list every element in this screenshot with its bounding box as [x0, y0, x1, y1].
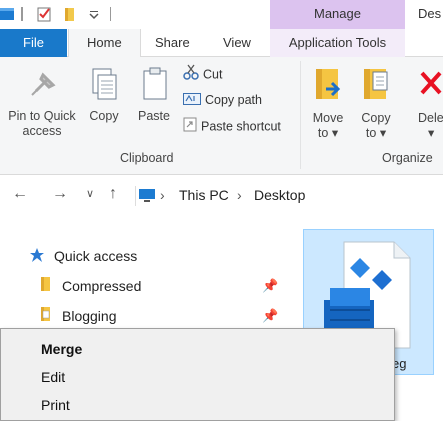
- nav-item-compressed-label: Compressed: [62, 278, 142, 294]
- paste-shortcut-icon: [183, 116, 197, 138]
- delete-icon: [418, 65, 443, 107]
- manage-label: Manage: [314, 6, 361, 21]
- separator: [21, 7, 23, 21]
- title-bar: Manage Des: [0, 0, 443, 29]
- copy-path-icon: [183, 91, 201, 111]
- paste-shortcut-button[interactable]: Paste shortcut: [183, 116, 281, 136]
- customize-toolbar-icon[interactable]: [89, 9, 99, 23]
- nav-quick-access-label: Quick access: [54, 248, 138, 264]
- copy-button[interactable]: Copy: [86, 67, 122, 124]
- move-to-icon: [309, 65, 347, 107]
- breadcrumb-this-pc[interactable]: This PC: [179, 187, 229, 203]
- menu-item-merge[interactable]: Merge: [41, 341, 82, 357]
- copy-to-button[interactable]: Copy to ▾: [357, 65, 395, 141]
- copy-to-label-line1: Copy: [361, 111, 391, 125]
- copy-icon: [86, 67, 122, 105]
- window-title: Des: [418, 6, 442, 21]
- pin-label-line2: access: [22, 124, 62, 138]
- new-folder-icon[interactable]: [63, 7, 77, 21]
- window-icon[interactable]: [0, 7, 16, 21]
- back-arrow-icon[interactable]: ←: [12, 185, 28, 203]
- group-separator: [300, 61, 301, 169]
- pinned-icon: 📌: [262, 278, 279, 293]
- tab-file[interactable]: File: [0, 29, 67, 57]
- pinned-icon: 📌: [262, 308, 279, 323]
- manage-tab[interactable]: Manage: [270, 0, 405, 29]
- copy-path-button[interactable]: Copy path: [183, 90, 262, 110]
- pin-label-line1: Pin to Quick: [8, 109, 76, 123]
- copy-label: Copy: [89, 109, 119, 123]
- ribbon-tabs: File Home Share View Application Tools: [0, 29, 443, 57]
- cut-button[interactable]: Cut: [183, 64, 222, 84]
- paste-label: Paste: [138, 109, 170, 123]
- tab-home[interactable]: Home: [68, 29, 141, 57]
- paste-shortcut-label: Paste shortcut: [201, 119, 281, 134]
- paste-icon: [134, 67, 174, 105]
- menu-item-edit[interactable]: Edit: [41, 369, 65, 385]
- star-icon: [30, 243, 44, 271]
- address-bar: ← → ∨ ↑ › This PC › Desktop: [0, 176, 443, 214]
- nav-item-blogging-label: Blogging: [62, 308, 117, 324]
- move-to-button[interactable]: Move to ▾: [309, 65, 347, 141]
- nav-item-blogging[interactable]: Blogging: [38, 302, 117, 330]
- nav-quick-access[interactable]: Quick access: [30, 242, 137, 270]
- organize-group-label: Organize: [382, 151, 433, 165]
- chevron-down-icon: ▾: [376, 126, 387, 140]
- recent-locations-chevron-icon[interactable]: ∨: [86, 187, 94, 200]
- copy-path-label: Copy path: [205, 93, 262, 107]
- separator: [110, 7, 111, 21]
- up-arrow-icon[interactable]: ↑: [109, 185, 117, 203]
- properties-icon[interactable]: [37, 7, 53, 22]
- delete-button[interactable]: Dele ▾: [412, 65, 443, 141]
- tab-application-tools[interactable]: Application Tools: [270, 29, 405, 57]
- copy-to-label-line2: to: [365, 126, 377, 140]
- breadcrumb-desktop[interactable]: Desktop: [254, 187, 305, 203]
- menu-item-print[interactable]: Print: [41, 397, 70, 413]
- move-to-label-line2: to: [317, 126, 329, 140]
- pin-to-quick-access-button[interactable]: Pin to Quick access: [4, 67, 80, 139]
- copy-to-icon: [357, 65, 395, 107]
- folder-icon: [38, 273, 52, 301]
- ribbon: Pin to Quick access Copy Paste Cut Copy …: [0, 57, 443, 175]
- forward-arrow-icon[interactable]: →: [52, 185, 68, 203]
- tab-view[interactable]: View: [223, 29, 251, 57]
- scissors-icon: [183, 64, 199, 86]
- chevron-down-icon: ▾: [328, 126, 339, 140]
- move-to-label-line1: Move: [312, 111, 344, 125]
- paste-button[interactable]: Paste: [134, 67, 174, 124]
- address-border: [135, 186, 136, 206]
- cut-label: Cut: [203, 67, 223, 82]
- tab-share[interactable]: Share: [155, 29, 190, 57]
- pin-icon: [4, 67, 80, 105]
- this-pc-icon: [139, 189, 155, 205]
- delete-label: Dele: [418, 111, 443, 125]
- chevron-down-icon: ▾: [428, 126, 435, 140]
- breadcrumb-separator-icon[interactable]: ›: [237, 187, 242, 203]
- nav-item-compressed[interactable]: Compressed: [38, 272, 141, 300]
- breadcrumb-separator-icon[interactable]: ›: [160, 187, 165, 203]
- context-menu: Merge Edit Print: [0, 328, 395, 421]
- clipboard-group-label: Clipboard: [120, 151, 174, 165]
